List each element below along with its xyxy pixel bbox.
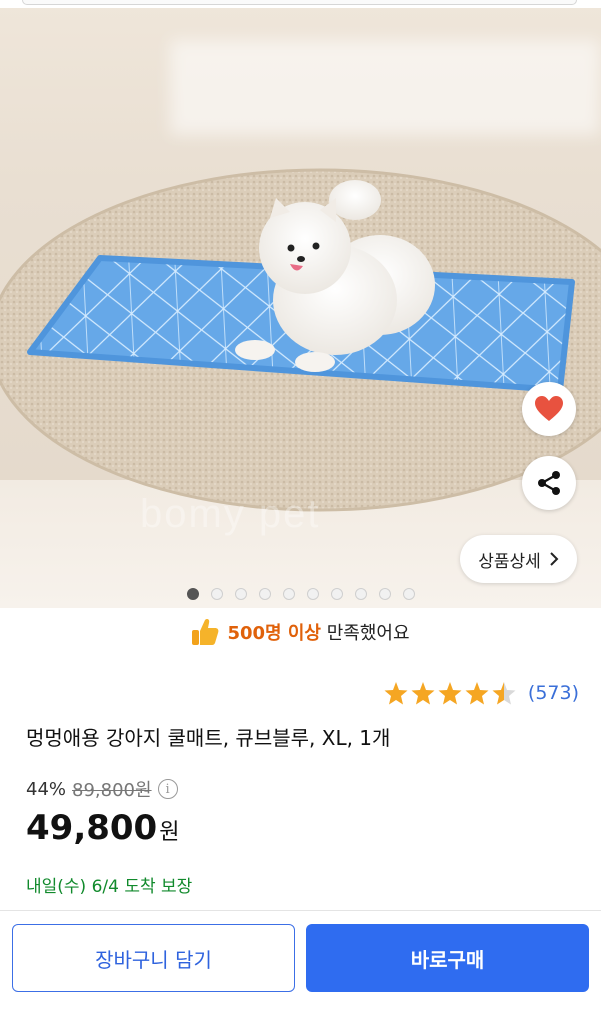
carousel-dot[interactable]	[282, 588, 295, 600]
carousel-dot[interactable]	[378, 588, 391, 600]
discount-rate: 44%	[26, 778, 67, 800]
chevron-right-icon	[550, 552, 559, 566]
satisfaction-banner: 500명 이상 만족했어요	[0, 612, 601, 652]
review-count[interactable]: (573)	[528, 682, 579, 704]
rating[interactable]: (573)	[384, 680, 579, 706]
thumbs-up-icon	[192, 619, 219, 645]
share-icon	[538, 471, 560, 495]
product-image-carousel[interactable]: bomy pet 상품상세	[0, 0, 601, 608]
carousel-dot[interactable]	[234, 588, 247, 600]
heart-icon	[535, 396, 563, 421]
add-to-cart-button[interactable]: 장바구니 담기	[12, 924, 295, 992]
star-icon	[411, 682, 435, 705]
product-detail-button[interactable]: 상품상세	[460, 535, 577, 583]
product-detail-label: 상품상세	[478, 551, 541, 572]
carousel-dot[interactable]	[258, 588, 271, 600]
carousel-dot[interactable]	[402, 588, 415, 600]
carousel-indicator	[0, 588, 601, 604]
share-button[interactable]	[522, 456, 576, 510]
carousel-dot[interactable]	[306, 588, 319, 600]
star-rating	[384, 682, 516, 705]
product-title: 멍멍애용 강아지 쿨매트, 큐브블루, XL, 1개	[26, 726, 391, 750]
carousel-dot[interactable]	[186, 588, 199, 600]
delivery-info: 내일(수) 6/4 도착 보장	[26, 877, 193, 897]
discount-row: 44% 89,800원 i	[26, 776, 178, 802]
carousel-dot[interactable]	[354, 588, 367, 600]
star-icon	[438, 682, 462, 705]
price-value: 49,800	[26, 808, 158, 848]
wishlist-button[interactable]	[522, 382, 576, 436]
divider	[0, 910, 601, 911]
satisfaction-text: 만족했어요	[321, 623, 410, 644]
satisfaction-highlight: 500명 이상	[227, 623, 321, 644]
carousel-dot[interactable]	[210, 588, 223, 600]
buy-now-button[interactable]: 바로구매	[306, 924, 589, 992]
price-currency: 원	[159, 820, 180, 845]
original-price: 89,800원	[72, 780, 152, 801]
star-icon	[465, 682, 489, 705]
watermark: bomy pet	[140, 492, 321, 536]
product-page: bomy pet 상품상세 500명 이상 만족했어요 (573) 멍멍애용 강…	[0, 0, 601, 1024]
star-icon	[384, 682, 408, 705]
sale-price: 49,800 원	[26, 808, 179, 848]
info-icon[interactable]: i	[157, 779, 178, 799]
carousel-dot[interactable]	[330, 588, 343, 600]
star-half-icon	[492, 682, 516, 705]
